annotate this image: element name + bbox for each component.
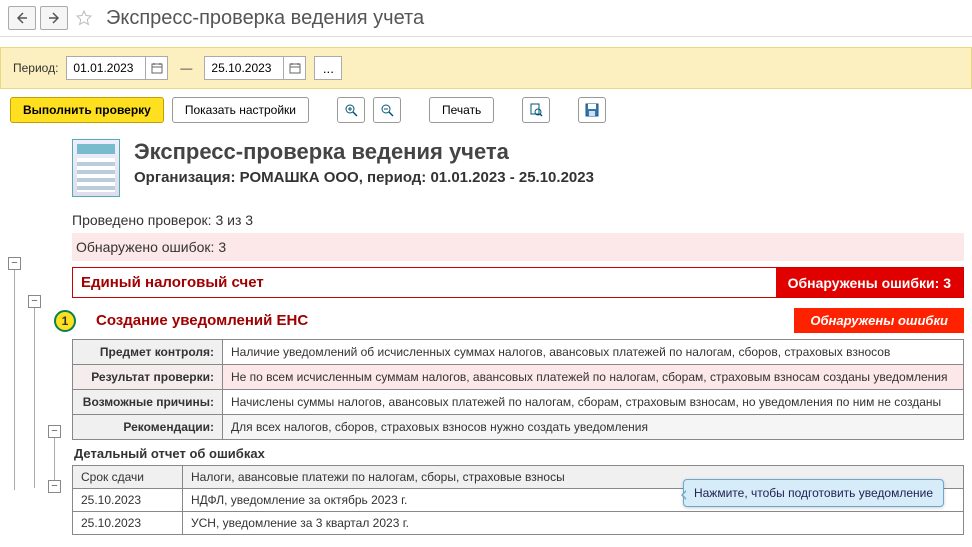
date-to-box [204,56,306,80]
kv-key: Предмет контроля: [73,340,223,365]
detail-cell-date: 25.10.2023 [73,489,183,512]
arrow-left-icon [16,12,28,24]
hint-tooltip: Нажмите, чтобы подготовить уведомление [683,479,944,507]
detail-cell-desc: УСН, уведомление за 3 квартал 2023 г. [183,512,964,535]
floppy-icon [585,103,599,117]
calendar-icon [151,62,163,74]
date-from-input[interactable] [67,57,145,79]
report-title: Экспресс-проверка ведения учета [134,139,594,165]
zoom-out-icon [380,103,394,117]
kv-val: Наличие уведомлений об исчисленных сумма… [223,340,964,365]
save-button[interactable] [578,97,606,123]
date-to-calendar-button[interactable] [283,57,305,79]
show-settings-button[interactable]: Показать настройки [172,97,309,123]
nav-forward-button[interactable] [40,6,68,30]
date-from-box [66,56,168,80]
kv-val: Для всех налогов, сборов, страховых взно… [223,415,964,440]
report-subtitle: Организация: РОМАШКА ООО, период: 01.01.… [134,169,594,186]
date-from-calendar-button[interactable] [145,57,167,79]
nav-back-button[interactable] [8,6,36,30]
print-button[interactable]: Печать [429,97,494,123]
kv-table: Предмет контроля: Наличие уведомлений об… [72,339,964,440]
detail-cell-date: 25.10.2023 [73,512,183,535]
step-title: Создание уведомлений ЕНС [72,308,794,333]
section-status: Обнаружены ошибки: 3 [776,268,963,297]
tree-gutter: − − − − [8,135,72,535]
step-badge: 1 [54,310,76,332]
tree-collapse-root[interactable]: − [8,257,21,270]
tree-collapse-details[interactable]: − [48,425,61,438]
period-select-button[interactable]: ... [314,56,342,80]
page-view-button[interactable] [522,97,550,123]
kv-key: Возможные причины: [73,390,223,415]
detail-row[interactable]: 25.10.2023 УСН, уведомление за 3 квартал… [73,512,964,535]
zoom-in-icon [344,103,358,117]
checks-done-text: Проведено проверок: 3 из 3 [72,207,964,233]
page-title: Экспресс-проверка ведения учета [106,7,424,30]
period-dash: — [180,61,192,75]
arrow-right-icon [48,12,60,24]
kv-key: Результат проверки: [73,365,223,390]
errors-found-text: Обнаружено ошибок: 3 [72,233,964,261]
date-to-input[interactable] [205,57,283,79]
toolbar: Выполнить проверку Показать настройки Пе… [0,89,972,131]
period-label: Период: [13,61,58,75]
favorite-button[interactable] [72,6,96,30]
step-status: Обнаружены ошибки [794,308,964,333]
period-bar: Период: — ... [0,47,972,89]
kv-val: Начислены суммы налогов, авансовых плате… [223,390,964,415]
tree-leaf[interactable]: − [48,480,61,493]
zoom-out-button[interactable] [373,97,401,123]
section-title: Единый налоговый счет [73,268,776,297]
calendar-icon [289,62,301,74]
report-doc-icon [72,139,120,197]
run-check-button[interactable]: Выполнить проверку [10,97,164,123]
tree-collapse-section[interactable]: − [28,295,41,308]
detail-title: Детальный отчет об ошибках [72,440,964,465]
star-icon [76,10,92,26]
kv-key: Рекомендации: [73,415,223,440]
zoom-in-button[interactable] [337,97,365,123]
detail-head-c1: Срок сдачи [73,466,183,489]
section-row: Единый налоговый счет Обнаружены ошибки:… [72,267,964,298]
kv-val: Не по всем исчисленным суммам налогов, а… [223,365,964,390]
page-zoom-icon [529,103,543,117]
